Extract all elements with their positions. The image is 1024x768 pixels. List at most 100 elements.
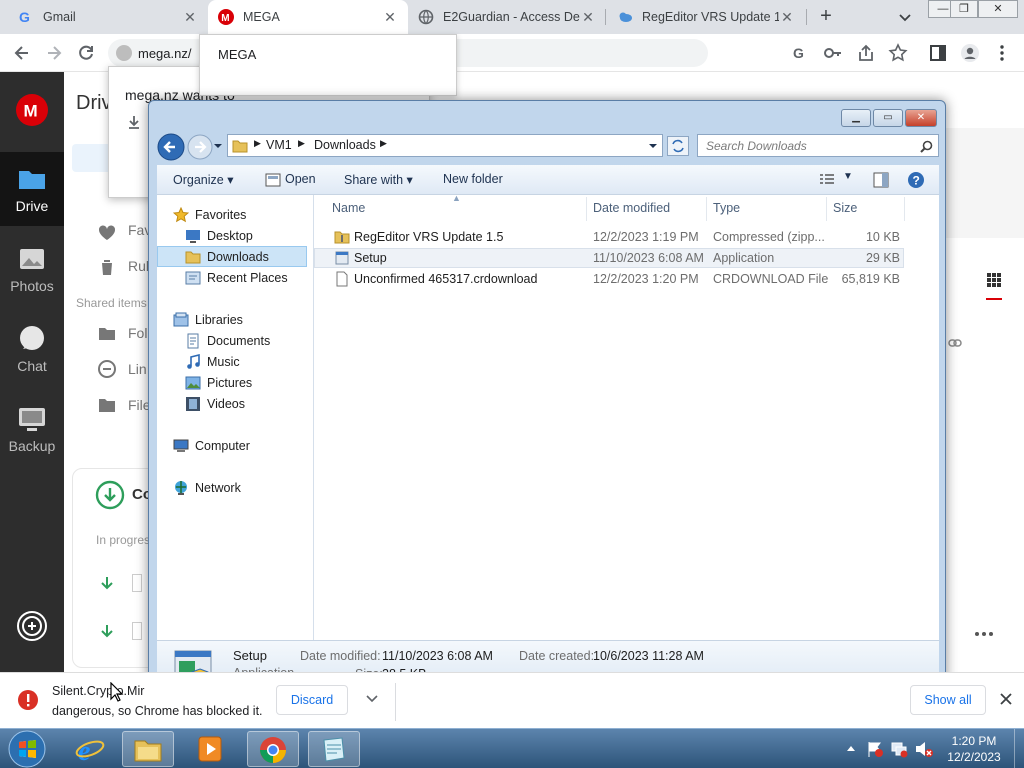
rail-item-photos[interactable]: Photos [0, 244, 64, 294]
sidebar-item-folders[interactable]: Fol [128, 325, 147, 341]
breadcrumb-chevron-icon[interactable]: ▶ [380, 138, 387, 149]
column-divider[interactable] [826, 197, 827, 221]
column-header-type[interactable]: Type [713, 201, 740, 215]
show-desktop-button[interactable] [1014, 729, 1024, 768]
close-window-button[interactable]: ✕ [978, 0, 1018, 18]
back-arrow-icon[interactable] [157, 133, 185, 161]
chevron-down-icon[interactable] [648, 142, 658, 150]
sidebar-item-rubbish[interactable]: Rul [128, 258, 149, 274]
taskbar-media-player[interactable] [184, 731, 236, 767]
tab-mega[interactable]: M MEGA ✕ [208, 0, 408, 34]
star-icon[interactable] [888, 43, 908, 63]
column-header-date[interactable]: Date modified [593, 201, 670, 215]
explorer-search-input[interactable]: Search Downloads [697, 134, 939, 157]
forward-arrow-icon[interactable] [187, 134, 213, 160]
nav-libraries[interactable]: Libraries [157, 310, 314, 330]
tab-gmail[interactable]: G Gmail ✕ [8, 0, 208, 34]
new-tab-button[interactable]: + [815, 6, 837, 28]
column-divider[interactable] [706, 197, 707, 221]
close-icon[interactable]: ✕ [779, 9, 795, 25]
taskbar-internet-explorer[interactable]: e [64, 731, 116, 767]
nav-music[interactable]: Music [157, 352, 314, 372]
forward-arrow-icon[interactable] [44, 43, 64, 63]
restore-button[interactable]: ❐ [950, 0, 978, 18]
taskbar-chrome[interactable] [247, 731, 299, 767]
link-icon[interactable] [948, 336, 962, 350]
file-row[interactable]: Unconfirmed 465317.crdownload 12/2/2023 … [314, 269, 904, 289]
explorer-minimize-button[interactable]: ▁ [841, 109, 871, 127]
mega-logo-icon[interactable]: M [16, 94, 48, 126]
nav-recent-places[interactable]: Recent Places [157, 268, 314, 288]
close-icon[interactable]: ✕ [382, 9, 398, 25]
profile-icon[interactable] [960, 43, 980, 63]
share-icon[interactable] [856, 43, 876, 63]
help-icon[interactable]: ? [907, 171, 925, 189]
new-folder-button[interactable]: New folder [443, 172, 503, 186]
nav-documents[interactable]: Documents [157, 331, 314, 351]
explorer-close-button[interactable]: ✕ [905, 109, 937, 127]
organize-button[interactable]: Organize ▾ [173, 172, 233, 187]
tab-hover-card: MEGA [199, 34, 457, 96]
nav-network[interactable]: Network [157, 478, 314, 498]
transfer-manager-icon[interactable] [16, 610, 48, 642]
action-center-flag-icon[interactable] [866, 740, 884, 758]
back-arrow-icon[interactable] [12, 43, 32, 63]
refresh-icon[interactable] [667, 136, 689, 156]
more-options-icon[interactable] [974, 630, 994, 638]
volume-muted-icon[interactable] [914, 740, 934, 758]
network-status-icon[interactable] [890, 740, 908, 758]
tab-e2guardian[interactable]: E2Guardian - Access Den ✕ [408, 0, 606, 34]
taskbar-explorer[interactable] [122, 731, 174, 767]
breadcrumb-downloads[interactable]: Downloads [314, 138, 376, 152]
tab-regeditor[interactable]: RegEditor VRS Update 1.5 ✕ [607, 0, 805, 34]
breadcrumb-chevron-icon[interactable]: ▶ [254, 138, 261, 149]
breadcrumb-vm1[interactable]: VM1 [266, 138, 292, 152]
breadcrumb-chevron-icon[interactable]: ▶ [298, 138, 305, 149]
preview-pane-icon[interactable] [873, 172, 889, 188]
side-panel-icon[interactable] [928, 43, 948, 63]
column-divider[interactable] [904, 197, 905, 221]
open-button[interactable]: Open [285, 172, 316, 186]
nav-desktop[interactable]: Desktop [157, 226, 314, 246]
share-with-button[interactable]: Share with ▾ [344, 172, 413, 187]
column-header-size[interactable]: Size [833, 201, 857, 215]
system-clock[interactable]: 1:20 PM 12/2/2023 [938, 733, 1010, 765]
rail-item-chat[interactable]: Chat [0, 324, 64, 374]
rail-item-drive[interactable]: Drive [0, 152, 64, 226]
file-row[interactable]: RegEditor VRS Update 1.5 12/2/2023 1:19 … [314, 227, 904, 247]
menu-dots-icon[interactable] [992, 43, 1012, 63]
explorer-maximize-button[interactable]: ▭ [873, 109, 903, 127]
nav-videos[interactable]: Videos [157, 394, 314, 414]
reload-icon[interactable] [76, 43, 96, 63]
chevron-down-icon[interactable] [897, 9, 913, 25]
search-icon[interactable] [920, 140, 933, 153]
key-icon[interactable] [823, 43, 843, 63]
nav-computer[interactable]: Computer [157, 436, 314, 456]
recent-pages-chevron-icon[interactable] [213, 142, 223, 150]
grid-view-icon[interactable] [986, 272, 1002, 288]
view-options-icon[interactable] [819, 173, 835, 187]
lock-icon[interactable] [116, 45, 132, 61]
explorer-address-bar[interactable]: ▶ VM1 ▶ Downloads ▶ [227, 134, 663, 157]
nav-downloads[interactable]: Downloads [157, 246, 307, 267]
close-icon[interactable]: ✕ [182, 9, 198, 25]
close-icon[interactable]: ✕ [580, 9, 596, 25]
nav-pictures[interactable]: Pictures [157, 373, 314, 393]
rail-item-backup[interactable]: Backup [0, 404, 64, 454]
file-date: 12/2/2023 1:19 PM [593, 230, 699, 244]
column-header-name[interactable]: Name [332, 201, 365, 215]
nav-favorites[interactable]: Favorites [157, 205, 314, 225]
sidebar-item-links[interactable]: Lin [128, 361, 147, 377]
column-divider[interactable] [586, 197, 587, 221]
close-icon[interactable] [1000, 693, 1012, 705]
chevron-down-icon[interactable] [366, 695, 378, 703]
taskbar-notepad[interactable] [308, 731, 360, 767]
show-all-button[interactable]: Show all [910, 685, 986, 715]
google-icon[interactable]: G [792, 45, 808, 61]
chevron-down-icon[interactable]: ▼ [843, 171, 853, 182]
show-hidden-icons-icon[interactable] [846, 744, 856, 752]
file-name: RegEditor VRS Update 1.5 [354, 230, 504, 244]
start-button-icon[interactable] [8, 730, 46, 768]
discard-button[interactable]: Discard [276, 685, 348, 715]
file-row[interactable]: Setup 11/10/2023 6:08 AM Application 29 … [314, 248, 904, 268]
